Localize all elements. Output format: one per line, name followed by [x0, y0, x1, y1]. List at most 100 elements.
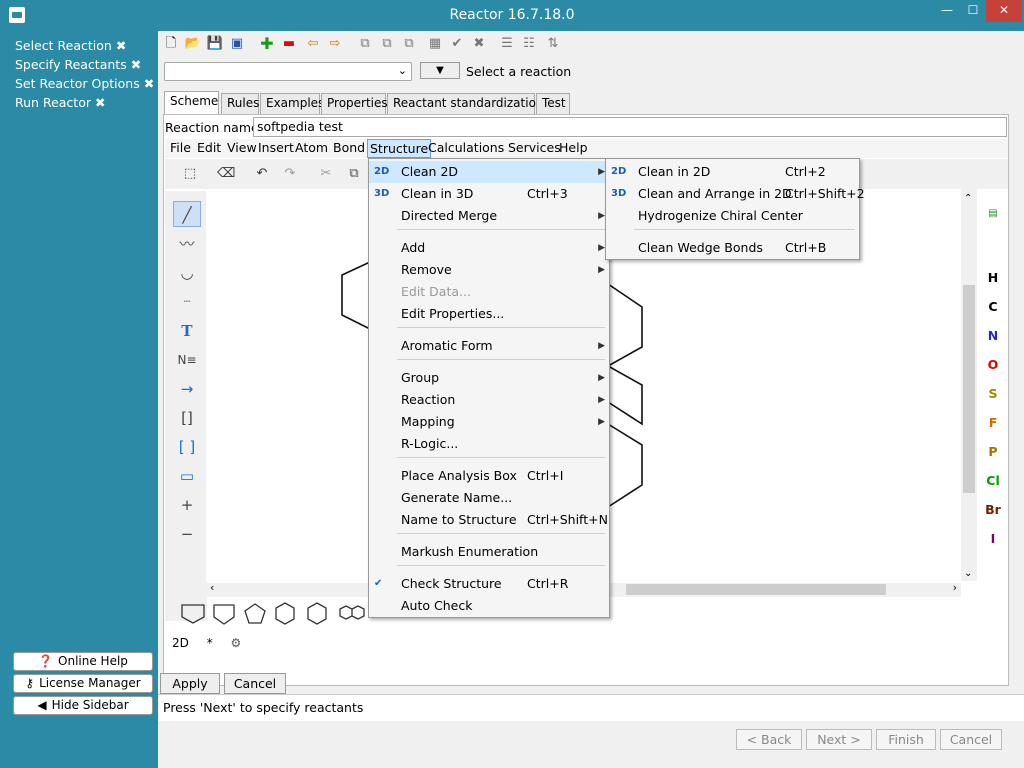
menu-item-markush-enumeration[interactable]: Markush Enumeration [369, 541, 609, 563]
menu-item-generate-name[interactable]: Generate Name... [369, 487, 609, 509]
hide-sidebar-button[interactable]: ◀ Hide Sidebar [13, 696, 153, 715]
select-tool-icon[interactable]: ⬚ [181, 165, 199, 183]
list-icon[interactable]: ☰ [498, 35, 516, 53]
export-icon[interactable]: ⇨ [326, 35, 344, 53]
element-o-button[interactable]: O [978, 357, 1008, 372]
menu-item-remove[interactable]: Remove ▶ [369, 259, 609, 281]
menu-item-place-analysis-box[interactable]: Place Analysis Box Ctrl+I [369, 465, 609, 487]
save-icon[interactable]: 💾 [206, 35, 224, 53]
dotted-line-tool-icon[interactable]: ┈ [173, 289, 201, 315]
curve-tool-icon[interactable]: ◡ [173, 260, 201, 286]
submenu-item-clean-in-2d[interactable]: 2D Clean in 2D Ctrl+2 [606, 161, 859, 183]
eraser-icon[interactable]: ⌫ [217, 165, 235, 183]
menu-item-clean-in-3d[interactable]: 3D Clean in 3D Ctrl+3 [369, 183, 609, 205]
menu-item-clean-2d[interactable]: 2D Clean 2D ▶ [369, 161, 609, 183]
reaction-dropdown-button[interactable]: ▼ [420, 62, 460, 79]
step-select-reaction[interactable]: Select Reaction ✖ [15, 38, 126, 53]
element-f-button[interactable]: F [978, 415, 1008, 430]
remove-icon[interactable]: ▬ [280, 35, 298, 53]
next-button[interactable]: Next > [806, 729, 872, 750]
vertical-scrollbar[interactable]: ⌃ ⌄ [961, 189, 977, 581]
menu-calculations[interactable]: Calculations [426, 139, 506, 158]
minus-tool-icon[interactable]: − [173, 521, 201, 547]
menu-file[interactable]: File [168, 139, 193, 158]
star-button[interactable]: * [207, 636, 213, 650]
text-tool-icon[interactable]: T [173, 318, 201, 344]
list2-icon[interactable]: ☷ [520, 35, 538, 53]
element-br-button[interactable]: Br [978, 502, 1008, 517]
tab-examples[interactable]: Examples [260, 93, 324, 114]
element-s-button[interactable]: S [978, 386, 1008, 401]
menu-item-reaction[interactable]: Reaction ▶ [369, 389, 609, 411]
menu-item-name-to-structure[interactable]: Name to Structure Ctrl+Shift+N [369, 509, 609, 531]
scroll-down-icon[interactable]: ⌄ [964, 568, 972, 579]
menu-item-aromatic-form[interactable]: Aromatic Form ▶ [369, 335, 609, 357]
element-cl-button[interactable]: Cl [978, 473, 1008, 488]
tab-scheme[interactable]: Scheme [164, 91, 219, 114]
menu-item-directed-merge[interactable]: Directed Merge ▶ [369, 205, 609, 227]
tab-properties[interactable]: Properties [321, 93, 388, 114]
element-h-button[interactable]: H [978, 270, 1008, 285]
minimize-button[interactable]: — [934, 0, 960, 22]
bracket-tool-icon[interactable]: [] [173, 405, 201, 431]
rectangle-tool-icon[interactable]: ▭ [173, 463, 201, 489]
add-reactant-icon[interactable]: ⧉ [356, 35, 374, 53]
save-all-icon[interactable]: ▣ [228, 35, 246, 53]
new-file-icon[interactable]: 🗋 [162, 35, 180, 53]
delete-icon[interactable]: ✖ [470, 35, 488, 53]
menu-structure[interactable]: Structure [367, 139, 432, 158]
maximize-button[interactable]: ☐ [960, 0, 986, 22]
cut-icon[interactable]: ✂ [317, 165, 335, 183]
menu-edit[interactable]: Edit [195, 139, 223, 158]
import-icon[interactable]: ⇦ [304, 35, 322, 53]
menu-item-auto-check[interactable]: Auto Check [369, 595, 609, 617]
tab-reactant-standardization[interactable]: Reactant standardization [387, 93, 544, 114]
arrow-tool-icon[interactable]: → [173, 376, 201, 402]
element-n-button[interactable]: N [978, 328, 1008, 343]
menu-item-mapping[interactable]: Mapping ▶ [369, 411, 609, 433]
scroll-thumb[interactable] [963, 285, 975, 493]
single-bond-tool-icon[interactable]: ╱ [173, 201, 201, 227]
tab-test[interactable]: Test [536, 93, 570, 114]
menu-item-edit-data[interactable]: Edit Data... [369, 281, 609, 303]
close-button[interactable]: ✕ [986, 0, 1022, 22]
submenu-item-clean-and-arrange-in-2d[interactable]: 3D Clean and Arrange in 2D Ctrl+Shift+2 [606, 183, 865, 205]
copy-icon[interactable]: ⧉ [345, 165, 363, 183]
element-i-button[interactable]: I [978, 531, 1008, 546]
wizard-cancel-button[interactable]: Cancel [940, 729, 1002, 750]
scroll-right-icon[interactable]: › [953, 581, 957, 594]
periodic-table-icon[interactable]: ▤ [978, 208, 1008, 219]
menu-item-edit-properties[interactable]: Edit Properties... [369, 303, 609, 325]
apply-button[interactable]: Apply [160, 673, 220, 694]
element-p-button[interactable]: P [978, 444, 1008, 459]
menu-item-check-structure[interactable]: ✔ Check Structure Ctrl+R [369, 573, 609, 595]
menu-bond[interactable]: Bond [331, 139, 367, 158]
scroll-left-icon[interactable]: ‹ [210, 581, 214, 594]
paste-icon[interactable]: ⧉ [400, 35, 418, 53]
finish-button[interactable]: Finish [876, 729, 936, 750]
menu-services[interactable]: Services [506, 139, 563, 158]
menu-help[interactable]: Help [557, 139, 590, 158]
scroll-thumb[interactable] [626, 584, 886, 595]
menu-item-add[interactable]: Add ▶ [369, 237, 609, 259]
reaction-name-input[interactable]: softpedia test [253, 117, 1007, 137]
redo-icon[interactable]: ↷ [281, 165, 299, 183]
menu-atom[interactable]: Atom [293, 139, 330, 158]
scroll-up-icon[interactable]: ⌃ [964, 193, 972, 204]
sort-icon[interactable]: ⇅ [544, 35, 562, 53]
chain-tool-icon[interactable]: 〰 [173, 231, 201, 257]
menu-insert[interactable]: Insert [256, 139, 296, 158]
check-icon[interactable]: ✔ [448, 35, 466, 53]
step-specify-reactants[interactable]: Specify Reactants ✖ [15, 57, 141, 72]
step-set-reactor-options[interactable]: Set Reactor Options ✖ [15, 76, 154, 91]
2d-mode-button[interactable]: 2D [172, 636, 189, 650]
plus-tool-icon[interactable]: + [173, 492, 201, 518]
reaction-select[interactable]: ⌄ [164, 62, 412, 81]
back-button[interactable]: < Back [736, 729, 802, 750]
atom-label-tool-icon[interactable]: N≡ [173, 347, 201, 373]
submenu-item-clean-wedge-bonds[interactable]: Clean Wedge Bonds Ctrl+B [606, 237, 859, 259]
menu-item-r-logic[interactable]: R-Logic... [369, 433, 609, 455]
element-c-button[interactable]: C [978, 299, 1008, 314]
menu-item-group[interactable]: Group ▶ [369, 367, 609, 389]
menu-view[interactable]: View [225, 139, 259, 158]
